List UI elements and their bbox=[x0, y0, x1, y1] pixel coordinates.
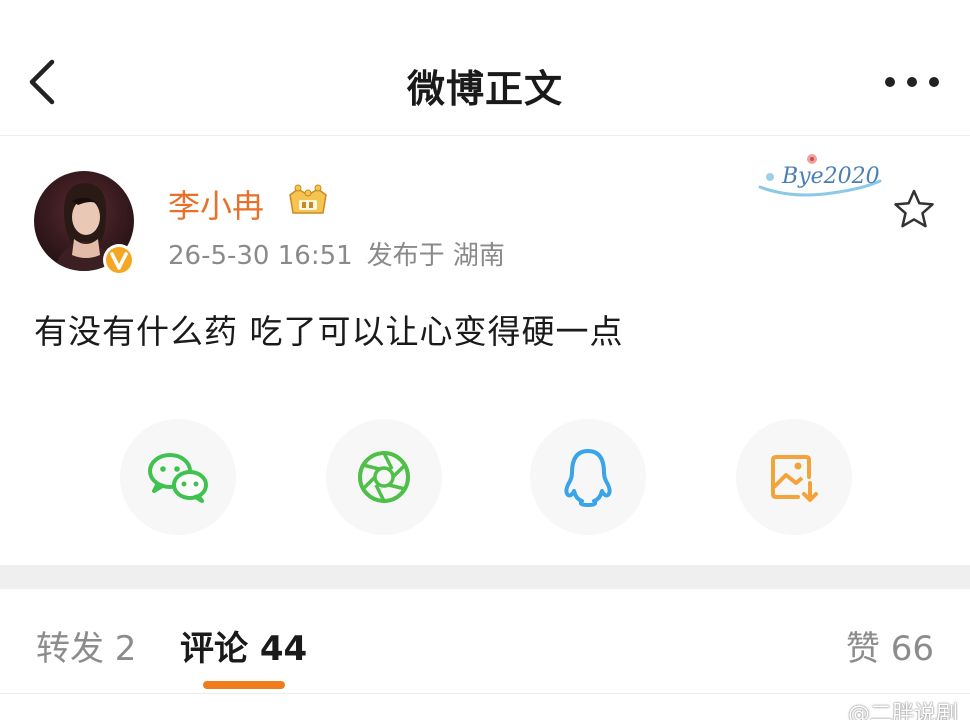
qq-penguin-icon bbox=[564, 449, 612, 507]
moments-aperture-icon bbox=[358, 451, 410, 503]
weibo-logo-icon bbox=[817, 703, 843, 720]
nav-bar: 微博正文 bbox=[0, 0, 970, 136]
share-qq-button[interactable] bbox=[530, 419, 646, 535]
username[interactable]: 李小冉 bbox=[168, 181, 264, 227]
wechat-icon bbox=[148, 453, 208, 503]
active-tab-indicator bbox=[203, 681, 285, 689]
post-timestamp: 26-5-30 16:51 bbox=[168, 241, 353, 271]
post-location: 发布于 湖南 bbox=[366, 241, 505, 271]
tab-repost[interactable]: 转发 2 bbox=[36, 621, 136, 670]
favorite-button[interactable] bbox=[892, 187, 936, 231]
post-meta: 26-5-30 16:51 发布于 湖南 bbox=[168, 235, 505, 272]
more-dots-icon bbox=[885, 77, 939, 87]
post-card: 李小冉 26-5-30 16:51 发布于 湖南 Bye2020 有没有什么药 吃… bbox=[0, 137, 970, 565]
share-moments-button[interactable] bbox=[326, 419, 442, 535]
vip-crown-badge-icon bbox=[289, 184, 327, 214]
image-download-icon bbox=[771, 455, 818, 502]
bye2020-sticker: Bye2020 bbox=[758, 154, 882, 197]
tab-comment[interactable]: 评论 44 bbox=[180, 621, 307, 670]
save-image-button[interactable] bbox=[736, 419, 852, 535]
share-row bbox=[0, 419, 970, 539]
section-divider bbox=[0, 565, 970, 589]
star-outline-icon bbox=[894, 189, 934, 228]
sticker-text: Bye2020 bbox=[781, 164, 880, 189]
tabs-bottom-border bbox=[0, 693, 970, 694]
page-title: 微博正文 bbox=[406, 67, 563, 111]
avatar[interactable] bbox=[34, 171, 135, 276]
watermark-text: @二胖说剧 bbox=[847, 702, 958, 720]
tab-like[interactable]: 赞 66 bbox=[846, 621, 934, 670]
post-content: 有没有什么药 吃了可以让心变得硬一点 bbox=[34, 312, 624, 351]
corner-watermark: @二胖说剧 bbox=[817, 696, 958, 720]
share-wechat-button[interactable] bbox=[120, 419, 236, 535]
verified-badge-icon bbox=[103, 244, 135, 276]
more-button[interactable] bbox=[884, 70, 940, 94]
